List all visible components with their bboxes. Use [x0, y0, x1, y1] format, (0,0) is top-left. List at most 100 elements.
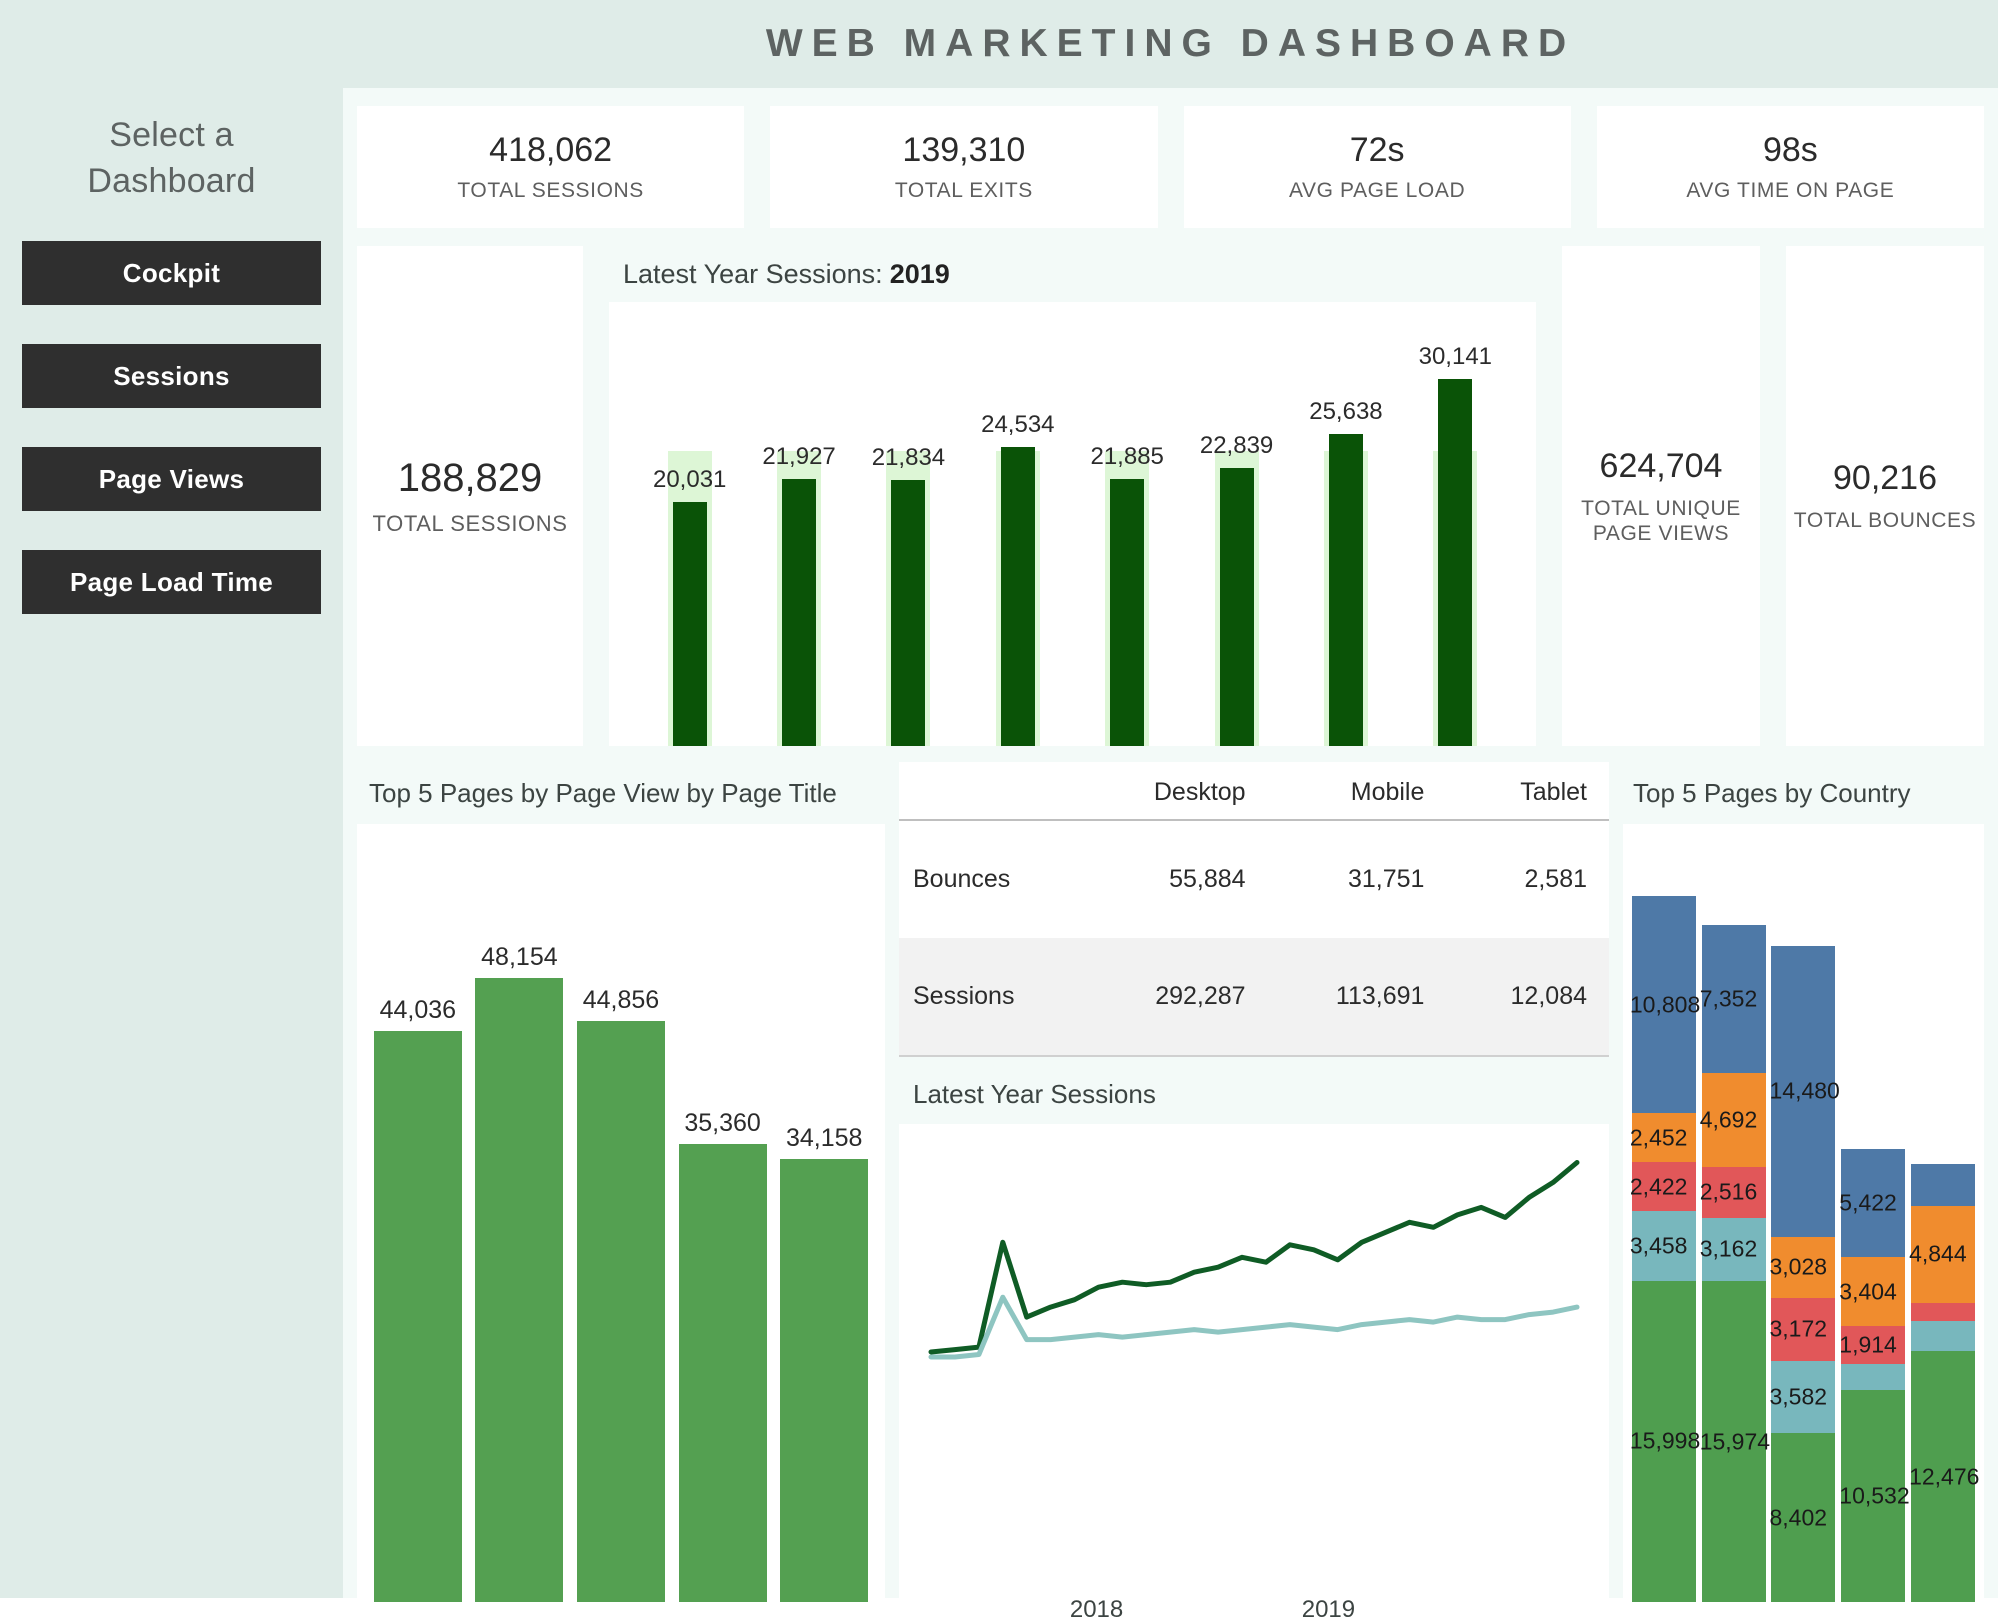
country-stacked-bar: 10,808 2,452 2,422 3,458 15,998: [1629, 896, 1700, 1602]
sessions-row: 188,829 TOTAL SESSIONS Latest Year Sessi…: [357, 246, 1984, 746]
line-chart-svg: [928, 1160, 1580, 1360]
table-row: Bounces 55,884 31,751 2,581: [899, 820, 1609, 938]
country-segment-label: 10,532: [1839, 1482, 1910, 1509]
table-cell: 292,287: [1084, 938, 1268, 1056]
bullet-bar-group: 30,141: [1418, 302, 1492, 746]
table-cell: 113,691: [1267, 938, 1447, 1056]
page-view-bar-group: 44,036: [373, 824, 462, 1602]
table-col-mobile: Mobile: [1267, 762, 1447, 821]
bullet-bar-group: 21,927: [762, 302, 836, 746]
table-col-tablet: Tablet: [1446, 762, 1609, 821]
bottom-row: Top 5 Pages by Page View by Page Title 4…: [357, 762, 1984, 1623]
country-stack-segment: 3,582: [1769, 1361, 1836, 1434]
page-view-bar-group: 34,158: [780, 824, 869, 1602]
kpi-value: 139,310: [902, 131, 1026, 169]
bullet-value-label: 30,141: [1418, 342, 1493, 370]
country-stack-segment: 3,404: [1839, 1257, 1906, 1326]
country-stack-segment: [1911, 1303, 1976, 1322]
page-view-bar: [475, 977, 564, 1602]
country-segment-label: 10,808: [1629, 991, 1701, 1018]
kpi-value: 418,062: [489, 131, 613, 169]
bullet-value-bar: [1328, 433, 1363, 746]
country-segment-label: 3,458: [1629, 1232, 1688, 1259]
country-segment-label: 2,422: [1629, 1173, 1688, 1200]
country-segment-label: 5,422: [1839, 1189, 1897, 1216]
country-stacked-bar: 14,480 3,028 3,172 3,582 8,402: [1769, 945, 1840, 1602]
country-panel: Top 5 Pages by Country 10,808 2,452 2,422 3…: [1623, 762, 1984, 1602]
line-chart-x-tick: 2019: [1301, 1596, 1356, 1623]
bullet-value-label: 21,834: [871, 443, 946, 471]
sidebar-heading-line1: Select a: [109, 116, 234, 154]
top-pages-title: Top 5 Pages by Page View by Page Title: [369, 777, 837, 808]
bullet-chart-year: 2019: [889, 258, 950, 289]
page-view-bar: [780, 1159, 869, 1602]
bullet-bar-group: 24,534: [981, 302, 1055, 746]
sidebar-heading: Select a Dashboard: [0, 112, 343, 204]
table-cell: 31,751: [1347, 865, 1425, 893]
country-stack-segment: 14,480: [1769, 945, 1840, 1237]
country-stack-segment: 12,476: [1909, 1351, 1979, 1602]
bullet-bar-group: 21,834: [871, 302, 945, 746]
sidebar-item-label: Sessions: [113, 360, 230, 391]
sidebar-item-page-load-time[interactable]: Page Load Time: [22, 550, 321, 614]
kpi-card-avg-time-on-page: 98s AVG TIME ON PAGE: [1596, 106, 1984, 228]
country-segment-label: 3,404: [1839, 1278, 1897, 1305]
bullet-value-label: 25,638: [1309, 397, 1383, 425]
country-stack-segment: [1911, 1163, 1976, 1206]
kpi-card-avg-page-load: 72s AVG PAGE LOAD: [1183, 106, 1571, 228]
country-stack-segment: 7,352: [1700, 925, 1766, 1073]
kpi-label: TOTAL SESSIONS: [372, 511, 568, 536]
bullet-chart-plot: 20,031 21,927 21,834 24,534 21,885 22,839 25,6…: [609, 302, 1536, 746]
country-segment-label: 14,480: [1769, 1077, 1840, 1104]
page-title: WEB MARKETING DASHBOARD: [765, 22, 1576, 65]
bullet-value-bar: [1000, 447, 1035, 746]
country-segment-label: 8,402: [1769, 1504, 1828, 1531]
line-series-secondary: [928, 1294, 1580, 1360]
bullet-bar-group: 21,885: [1090, 302, 1164, 746]
country-segment-label: 2,516: [1699, 1178, 1758, 1205]
kpi-card-total-sessions: 418,062 TOTAL SESSIONS: [357, 106, 745, 228]
table-cell: 55,884: [1169, 865, 1246, 893]
country-stack-segment: 8,402: [1769, 1433, 1836, 1602]
country-stack-segment: 3,162: [1699, 1217, 1766, 1282]
country-segment-label: 3,028: [1769, 1253, 1828, 1280]
country-segment-label: 4,692: [1699, 1106, 1758, 1133]
country-segment-label: 3,162: [1699, 1235, 1758, 1262]
table-corner-cell: [899, 762, 1085, 821]
top-pages-plot: 44,036 48,154 44,856 35,360 34,158: [357, 824, 885, 1602]
country-segment-label: 15,998: [1629, 1427, 1701, 1454]
sidebar-item-page-views[interactable]: Page Views: [22, 447, 321, 511]
bullet-value-label: 22,839: [1199, 431, 1274, 459]
line-chart-x-tick: 2018: [1069, 1596, 1124, 1623]
country-segment-label: 4,844: [1909, 1240, 1967, 1267]
page-view-value-label: 44,036: [379, 996, 457, 1025]
line-chart-title: Latest Year Sessions: [899, 1057, 1609, 1124]
device-panel: Desktop Mobile Tablet Bounces 55,884 31,…: [899, 762, 1609, 1623]
country-segment-label: 12,476: [1909, 1463, 1980, 1490]
kpi-value: 98s: [1762, 131, 1818, 169]
bullet-bar-group: 20,031: [653, 302, 727, 746]
kpi-value: 72s: [1349, 131, 1405, 169]
table-row-label: Sessions: [899, 938, 1085, 1056]
country-segment-label: 3,172: [1769, 1315, 1828, 1342]
country-stack-segment: 10,532: [1839, 1390, 1910, 1602]
bullet-value-bar: [782, 478, 817, 746]
country-stack-segment: [1841, 1364, 1906, 1391]
country-stack-segment: 15,998: [1630, 1280, 1700, 1602]
country-stack-segment: 2,422: [1629, 1162, 1696, 1212]
country-segment-label: 2,452: [1629, 1124, 1688, 1151]
sidebar-item-sessions[interactable]: Sessions: [22, 344, 321, 408]
bullet-value-bar: [1438, 378, 1473, 746]
page-view-value-label: 34,158: [785, 1124, 863, 1153]
sidebar-item-label: Page Views: [98, 463, 245, 494]
line-series-sessions: [928, 1160, 1580, 1355]
header-bar: WEB MARKETING DASHBOARD: [343, 0, 1998, 88]
table-cell: 12,084: [1446, 938, 1609, 1056]
kpi-label: TOTAL UNIQUE PAGE VIEWS: [1581, 496, 1741, 545]
sidebar-item-cockpit[interactable]: Cockpit: [22, 241, 321, 305]
country-stack-segment: 3,028: [1769, 1236, 1836, 1298]
page-view-bar-group: 48,154: [475, 824, 564, 1602]
kpi-label: TOTAL SESSIONS: [457, 179, 644, 202]
sidebar-heading-line2: Dashboard: [87, 162, 256, 200]
kpi-label: AVG PAGE LOAD: [1289, 179, 1466, 202]
